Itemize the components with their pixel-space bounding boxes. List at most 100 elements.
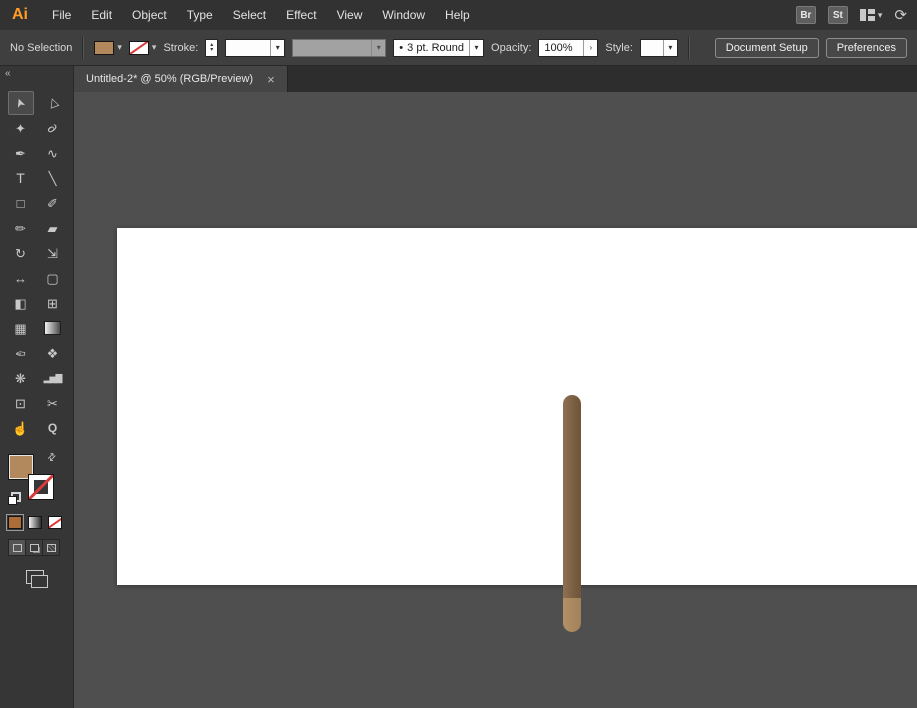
canvas[interactable] (74, 92, 917, 708)
brush-name: 3 pt. Round (407, 42, 464, 54)
chevron-down-icon[interactable]: ▾ (270, 40, 284, 56)
menu-effect[interactable]: Effect (276, 0, 326, 30)
draw-inside-button[interactable] (43, 540, 59, 555)
brush-select[interactable]: • 3 pt. Round ▾ (393, 39, 484, 57)
draw-normal-button[interactable] (9, 540, 26, 555)
tool-artboard[interactable]: ⊡ (8, 391, 34, 415)
workspace-layout-icon (860, 9, 875, 21)
menu-type[interactable]: Type (177, 0, 223, 30)
tool-eyedropper[interactable]: ✑ (8, 341, 34, 365)
workspace-switcher[interactable]: ▾ (860, 9, 883, 21)
tool-free-transform[interactable]: ▢ (40, 266, 66, 290)
stroke-weight-value (226, 40, 270, 56)
stroke-label[interactable]: Stroke: (163, 42, 198, 54)
opacity-control[interactable]: 100% › (538, 39, 598, 57)
tool-rotate[interactable]: ↻ (8, 241, 34, 265)
menu-items: FileEditObjectTypeSelectEffectViewWindow… (42, 0, 480, 30)
illustrator-window: Ai FileEditObjectTypeSelectEffectViewWin… (0, 0, 917, 708)
app-logo: Ai (12, 6, 28, 24)
menu-window[interactable]: Window (372, 0, 435, 30)
tool-zoom[interactable]: Q (40, 416, 66, 440)
eraser-icon: ▰ (48, 222, 58, 235)
stock-button[interactable]: St (828, 6, 848, 24)
tool-perspective-grid[interactable]: ⊞ (40, 291, 66, 315)
rotate-icon: ↻ (15, 247, 26, 260)
tool-shaper[interactable]: ✏ (8, 216, 34, 240)
chevron-down-icon: ▾ (117, 43, 122, 52)
bridge-button[interactable]: Br (796, 6, 816, 24)
style-value (641, 40, 663, 56)
tool-column-graph[interactable]: ▂▅▇ (40, 366, 66, 390)
menu-select[interactable]: Select (223, 0, 276, 30)
opacity-label[interactable]: Opacity: (491, 42, 531, 54)
tool-pen[interactable]: ✒ (8, 141, 34, 165)
menu-help[interactable]: Help (435, 0, 480, 30)
collapse-panel-button[interactable]: « (0, 66, 73, 83)
stroke-weight-stepper[interactable]: ▴ ▾ (205, 39, 218, 57)
share-icon[interactable]: ⟳ (894, 6, 907, 24)
default-fill-chip (8, 496, 17, 505)
pen-icon: ✒ (15, 147, 26, 160)
draw-inside-icon (47, 544, 56, 552)
none-button[interactable] (48, 516, 62, 529)
tool-gradient[interactable] (40, 316, 66, 340)
tool-mesh[interactable]: ▦ (8, 316, 34, 340)
stroke-color-control[interactable]: ▾ (129, 41, 157, 55)
gradient-button[interactable] (28, 516, 42, 529)
chevron-down-icon[interactable]: ▾ (469, 40, 483, 56)
tool-blend[interactable]: ❖ (40, 341, 66, 365)
screen-mode-button[interactable] (26, 570, 44, 584)
preferences-button[interactable]: Preferences (826, 38, 907, 58)
opacity-value[interactable]: 100% (539, 40, 583, 56)
tool-scale[interactable]: ⇲ (40, 241, 66, 265)
menu-bar: Ai FileEditObjectTypeSelectEffectViewWin… (0, 0, 917, 30)
swap-fill-stroke-icon[interactable]: ⇄ (45, 451, 59, 465)
document-setup-button[interactable]: Document Setup (715, 38, 819, 58)
tool-type[interactable]: T (8, 166, 34, 190)
stepper-down-icon[interactable]: ▾ (210, 48, 213, 53)
eyedropper-icon: ✑ (15, 347, 26, 360)
paintbrush-icon: ✐ (47, 197, 58, 210)
stroke-color-box[interactable] (28, 474, 54, 500)
document-column: Untitled-2* @ 50% (RGB/Preview) × (74, 66, 917, 708)
tool-rectangle[interactable]: □ (8, 191, 34, 215)
tool-paintbrush[interactable]: ✐ (40, 191, 66, 215)
tool-line-segment[interactable]: ╲ (40, 166, 66, 190)
menu-view[interactable]: View (327, 0, 373, 30)
stroke-weight-select[interactable]: ▾ (225, 39, 285, 57)
draw-mode-buttons (8, 539, 60, 556)
fill-color-control[interactable]: ▾ (94, 41, 122, 55)
tool-curvature[interactable]: ∿ (40, 141, 66, 165)
stick-shape[interactable] (563, 395, 581, 632)
control-bar: No Selection ▾ ▾ Stroke: ▴ ▾ ▾ ▾ • 3 pt.… (0, 30, 917, 66)
tool-eraser[interactable]: ▰ (40, 216, 66, 240)
menu-object[interactable]: Object (122, 0, 177, 30)
default-fill-stroke-icon[interactable] (8, 492, 21, 505)
color-button[interactable] (8, 516, 22, 529)
tool-selection[interactable]: ➤ (8, 91, 34, 115)
width-profile-select: ▾ (292, 39, 386, 57)
close-tab-icon[interactable]: × (267, 73, 275, 86)
artboard[interactable] (117, 228, 917, 585)
document-tab[interactable]: Untitled-2* @ 50% (RGB/Preview) × (74, 66, 288, 92)
tool-direct-selection[interactable]: ▷ (40, 91, 66, 115)
chevron-right-icon[interactable]: › (583, 40, 597, 56)
tool-slice[interactable]: ✂ (40, 391, 66, 415)
tool-symbol-sprayer[interactable]: ❋ (8, 366, 34, 390)
stroke-none-swatch (129, 41, 149, 55)
style-select[interactable]: ▾ (640, 39, 678, 57)
tool-shape-builder[interactable]: ◧ (8, 291, 34, 315)
blend-icon: ❖ (47, 347, 59, 360)
menu-edit[interactable]: Edit (81, 0, 122, 30)
menu-file[interactable]: File (42, 0, 81, 30)
magic-wand-icon: ✦ (15, 122, 26, 135)
draw-behind-button[interactable] (26, 540, 43, 555)
slice-icon: ✂ (47, 397, 58, 410)
tool-lasso[interactable]: ∂ (40, 116, 66, 140)
chevron-down-icon[interactable]: ▾ (663, 40, 677, 56)
tool-width[interactable]: ↔ (8, 266, 34, 290)
tool-grid: ➤▷ ✦ ∂ ✒ ∿T╲□ ✐ ✏ ▰ ↻ ⇲↔▢◧⊞▦ ✑ ❖ ❋▂▅▇⊡ ✂ ☝Q (0, 83, 73, 440)
tool-magic-wand[interactable]: ✦ (8, 116, 34, 140)
color-type-buttons (8, 516, 73, 529)
tool-hand[interactable]: ☝ (8, 416, 34, 440)
